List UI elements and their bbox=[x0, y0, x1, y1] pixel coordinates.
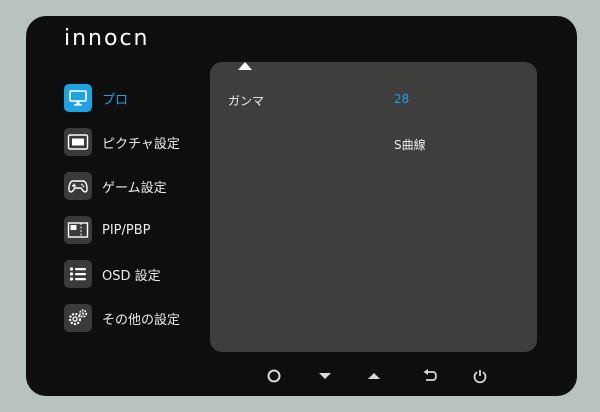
monitor-icon bbox=[64, 84, 92, 112]
return-icon[interactable] bbox=[421, 367, 439, 385]
sidebar-item-other-settings[interactable]: その他の設定 bbox=[64, 302, 214, 334]
sidebar-item-label: ゲーム設定 bbox=[102, 180, 167, 196]
sidebar-item-label: その他の設定 bbox=[102, 312, 181, 328]
gamma-option-row[interactable]: S曲線 bbox=[210, 132, 537, 156]
power-icon[interactable] bbox=[471, 367, 489, 385]
sidebar-item-label: ピクチャ設定 bbox=[102, 136, 180, 152]
sidebar-item-pip-pbp[interactable]: PIP/PBP bbox=[64, 214, 214, 246]
gamepad-icon bbox=[64, 172, 92, 200]
sidebar-item-label: PIP/PBP bbox=[102, 222, 151, 238]
scroll-up-arrow-icon[interactable] bbox=[238, 62, 252, 70]
gamma-option-28[interactable]: 28 bbox=[394, 92, 409, 106]
gamma-option-s-curve[interactable]: S曲線 bbox=[394, 136, 426, 153]
sidebar-item-label: プロ bbox=[102, 92, 129, 108]
osd-window: innocn プロ ピクチャ設定 ゲーム設定 PIP/PBP OSD 設定 その… bbox=[26, 16, 577, 396]
gamma-label: ガンマ bbox=[228, 94, 265, 108]
osd-button-bar bbox=[26, 363, 577, 389]
gears-icon bbox=[64, 304, 92, 332]
sidebar-item-label: OSD 設定 bbox=[102, 268, 161, 284]
circle-icon[interactable] bbox=[265, 367, 283, 385]
down-arrow-icon[interactable] bbox=[316, 367, 334, 385]
sidebar-item-picture[interactable]: ピクチャ設定 bbox=[64, 126, 214, 158]
settings-panel: ガンマ 28 S曲線 bbox=[210, 62, 537, 352]
list-icon bbox=[64, 260, 92, 288]
picture-icon bbox=[64, 128, 92, 156]
gamma-row[interactable]: ガンマ 28 bbox=[210, 88, 537, 112]
sidebar-item-osd-settings[interactable]: OSD 設定 bbox=[64, 258, 214, 290]
innocn-logo: innocn bbox=[64, 26, 150, 51]
sidebar-item-game[interactable]: ゲーム設定 bbox=[64, 170, 214, 202]
sidebar-item-pro[interactable]: プロ bbox=[64, 82, 214, 114]
up-arrow-icon[interactable] bbox=[365, 367, 383, 385]
pip-icon bbox=[64, 216, 92, 244]
